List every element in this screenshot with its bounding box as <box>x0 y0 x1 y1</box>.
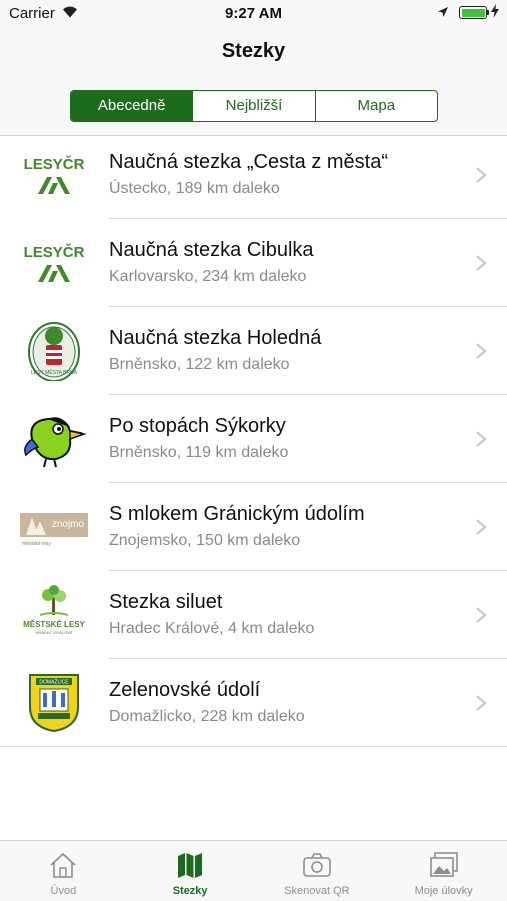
trail-name: Naučná stezka Holedná <box>109 327 322 349</box>
trail-distance: Brněnsko, 122 km daleko <box>109 356 290 373</box>
trail-row[interactable]: LESYČR Naučná stezka „Cesta z města“ Úst… <box>0 131 507 219</box>
battery-tip <box>487 10 489 15</box>
trail-name: Zelenovské údolí <box>109 679 261 701</box>
chevron-right-icon <box>476 167 487 183</box>
tab-stezky[interactable]: Stezky <box>127 841 254 901</box>
home-icon <box>50 852 76 878</box>
logo-text: LESYČR <box>24 155 85 173</box>
trail-name: Naučná stezka „Cesta z města“ <box>109 151 388 173</box>
chevron-right-icon <box>476 695 487 711</box>
chevron-right-icon <box>476 607 487 623</box>
navigation-bar: Stezky Abecedně Nejbližší Mapa <box>0 28 507 136</box>
trail-name: Naučná stezka Cibulka <box>109 239 314 261</box>
trail-row[interactable]: Po stopách Sýkorky Brněnsko, 119 km dale… <box>0 395 507 483</box>
trail-row[interactable]: znojmo městské lesy S mlokem Gránickým ú… <box>0 483 507 571</box>
tab-label: Úvod <box>50 885 77 897</box>
chevron-right-icon <box>476 519 487 535</box>
lesy-cr-logo: LESYČR <box>24 155 85 194</box>
chevron-right-icon <box>476 343 487 359</box>
tab-moje-ulovky[interactable]: Moje úlovky <box>380 841 507 901</box>
photos-icon <box>429 852 458 877</box>
trail-distance: Hradec Králové, 4 km daleko <box>109 620 315 637</box>
trail-row[interactable]: DOMAŽLICE Zelenovské údolí Domažlicko, 2… <box>0 659 507 747</box>
trail-row[interactable]: MĚSTSKÉ LESY HRADEC KRÁLOVÉ Stezka silue… <box>0 571 507 659</box>
lesy-mesta-brna-logo: LESY MĚSTA BRNA <box>28 322 80 381</box>
lesy-cr-logo: LESYČR <box>24 243 85 282</box>
trail-distance: Brněnsko, 119 km daleko <box>109 444 289 461</box>
logo-subtext: městské lesy <box>22 541 51 547</box>
segment-nearest[interactable]: Nejbližší <box>192 91 314 121</box>
trail-name: S mlokem Gránickým údolím <box>109 503 365 525</box>
segment-alphabetical[interactable]: Abecedně <box>71 91 193 121</box>
logo-text: LESY MĚSTA BRNA <box>31 368 78 376</box>
sort-segmented-control: Abecedně Nejbližší Mapa <box>70 90 438 122</box>
mestske-lesy-hk-logo: MĚSTSKÉ LESY HRADEC KRÁLOVÉ <box>23 585 86 635</box>
trail-row[interactable]: LESY MĚSTA BRNA Naučná stezka Holedná Br… <box>0 307 507 395</box>
trail-name: Po stopách Sýkorky <box>109 415 286 437</box>
chevron-right-icon <box>476 255 487 271</box>
sykorka-bird-logo <box>24 417 87 468</box>
tab-uvod[interactable]: Úvod <box>0 841 127 901</box>
tab-label: Moje úlovky <box>414 885 473 897</box>
tab-skenovat-qr[interactable]: Skenovat QR <box>254 841 381 901</box>
logo-subtext: HRADEC KRÁLOVÉ <box>36 630 73 635</box>
znojmo-lesy-logo: znojmo městské lesy <box>20 513 88 547</box>
battery-icon <box>459 6 487 19</box>
status-bar: Carrier 9:27 AM <box>0 0 507 28</box>
trail-name: Stezka siluet <box>109 591 223 613</box>
map-icon <box>178 853 203 878</box>
clock: 9:27 AM <box>225 5 282 22</box>
trail-distance: Karlovarsko, 234 km daleko <box>109 268 307 285</box>
trail-distance: Znojemsko, 150 km daleko <box>109 532 301 549</box>
page-title: Stezky <box>221 40 286 62</box>
camera-icon <box>303 853 331 877</box>
battery-level <box>461 8 485 17</box>
trail-distance: Ústecko, 189 km daleko <box>109 180 280 197</box>
logo-text: LESYČR <box>24 243 85 261</box>
tab-label: Stezky <box>172 885 208 897</box>
trail-list: LESYČR Naučná stezka „Cesta z města“ Úst… <box>0 131 507 747</box>
trail-distance: Domažlicko, 228 km daleko <box>109 708 305 725</box>
logo-text: znojmo <box>52 519 85 530</box>
charging-bolt-icon <box>491 4 499 18</box>
logo-text: MĚSTSKÉ LESY <box>23 620 85 629</box>
location-arrow-icon <box>438 7 448 17</box>
tab-bar: Úvod Stezky Skenovat QR Moje úlovky <box>0 840 507 901</box>
segment-map[interactable]: Mapa <box>314 91 437 121</box>
chevron-right-icon <box>476 431 487 447</box>
tab-label: Skenovat QR <box>284 885 350 897</box>
domazlice-logo: DOMAŽLICE <box>29 674 79 733</box>
trail-row[interactable]: LESYČR Naučná stezka Cibulka Karlovarsko… <box>0 219 507 307</box>
logo-text: DOMAŽLICE <box>39 678 69 686</box>
